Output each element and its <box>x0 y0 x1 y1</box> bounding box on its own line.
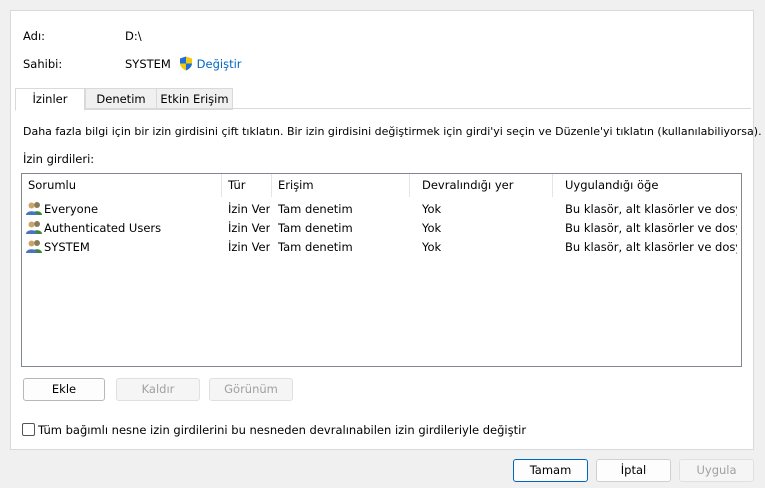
owner-value: SYSTEM <box>125 57 171 71</box>
table-row[interactable]: Authenticated Users İzin Ver Tam denetim… <box>22 219 741 238</box>
replace-checkbox[interactable] <box>22 423 35 436</box>
cell-inherited: Yok <box>422 221 442 235</box>
owner-label: Sahibi: <box>23 57 63 71</box>
cell-principal: Authenticated Users <box>26 219 218 238</box>
replace-checkbox-label: Tüm bağımlı nesne izin girdilerini bu ne… <box>38 423 527 437</box>
cell-principal: SYSTEM <box>26 238 218 257</box>
info-text: Daha fazla bilgi için bir izin girdisini… <box>23 125 762 138</box>
change-owner-label: Değiştir <box>196 57 242 71</box>
column-type[interactable]: Tür <box>222 174 272 197</box>
view-button[interactable]: Görünüm <box>209 378 293 401</box>
cell-applies: Bu klasör, alt klasörler ve dosy... <box>565 221 737 235</box>
change-owner-link[interactable]: Değiştir <box>179 56 242 71</box>
users-icon <box>26 220 42 234</box>
table-row[interactable]: Everyone İzin Ver Tam denetim Yok Bu kla… <box>22 200 741 219</box>
security-panel: Adı: D:\ Sahibi: SYSTEM Değiştir İzinler… <box>10 10 762 450</box>
column-principal[interactable]: Sorumlu <box>22 174 222 197</box>
cell-type: İzin Ver <box>228 240 270 254</box>
permission-entries-list[interactable]: Sorumlu Tür Erişim Devralındığı yer Uygu… <box>21 173 742 367</box>
cell-applies: Bu klasör, alt klasörler ve dosy... <box>565 202 737 216</box>
principal-name: Authenticated Users <box>44 221 162 235</box>
tab-effective-access[interactable]: Etkin Erişim <box>156 88 233 110</box>
users-icon <box>26 239 42 253</box>
name-label: Adı: <box>23 29 46 43</box>
principal-name: Everyone <box>44 202 99 216</box>
cell-applies: Bu klasör, alt klasörler ve dosy... <box>565 240 737 254</box>
cancel-button[interactable]: İptal <box>596 459 671 482</box>
tab-permissions[interactable]: İzinler <box>15 88 85 111</box>
column-applies-to[interactable]: Uygulandığı öğe <box>559 174 740 197</box>
cell-inherited: Yok <box>422 240 442 254</box>
column-inherited-from[interactable]: Devralındığı yer <box>416 174 553 197</box>
table-row[interactable]: SYSTEM İzin Ver Tam denetim Yok Bu klasö… <box>22 238 741 257</box>
cell-type: İzin Ver <box>228 202 270 216</box>
entries-label: İzin girdileri: <box>23 152 95 166</box>
remove-button[interactable]: Kaldır <box>116 378 200 401</box>
uac-shield-icon <box>180 56 192 71</box>
cell-type: İzin Ver <box>228 221 270 235</box>
users-icon <box>26 201 42 215</box>
tab-divider <box>15 108 751 109</box>
tab-auditing[interactable]: Denetim <box>85 88 157 110</box>
principal-name: SYSTEM <box>44 240 90 254</box>
cell-access: Tam denetim <box>278 240 353 254</box>
apply-button[interactable]: Uygula <box>679 459 754 482</box>
replace-child-permissions[interactable]: Tüm bağımlı nesne izin girdilerini bu ne… <box>22 423 526 437</box>
cell-access: Tam denetim <box>278 202 353 216</box>
cell-access: Tam denetim <box>278 221 353 235</box>
cell-inherited: Yok <box>422 202 442 216</box>
cell-principal: Everyone <box>26 200 218 219</box>
column-access[interactable]: Erişim <box>272 174 410 197</box>
add-button[interactable]: Ekle <box>23 378 105 401</box>
ok-button[interactable]: Tamam <box>513 459 588 482</box>
name-value: D:\ <box>125 29 142 43</box>
